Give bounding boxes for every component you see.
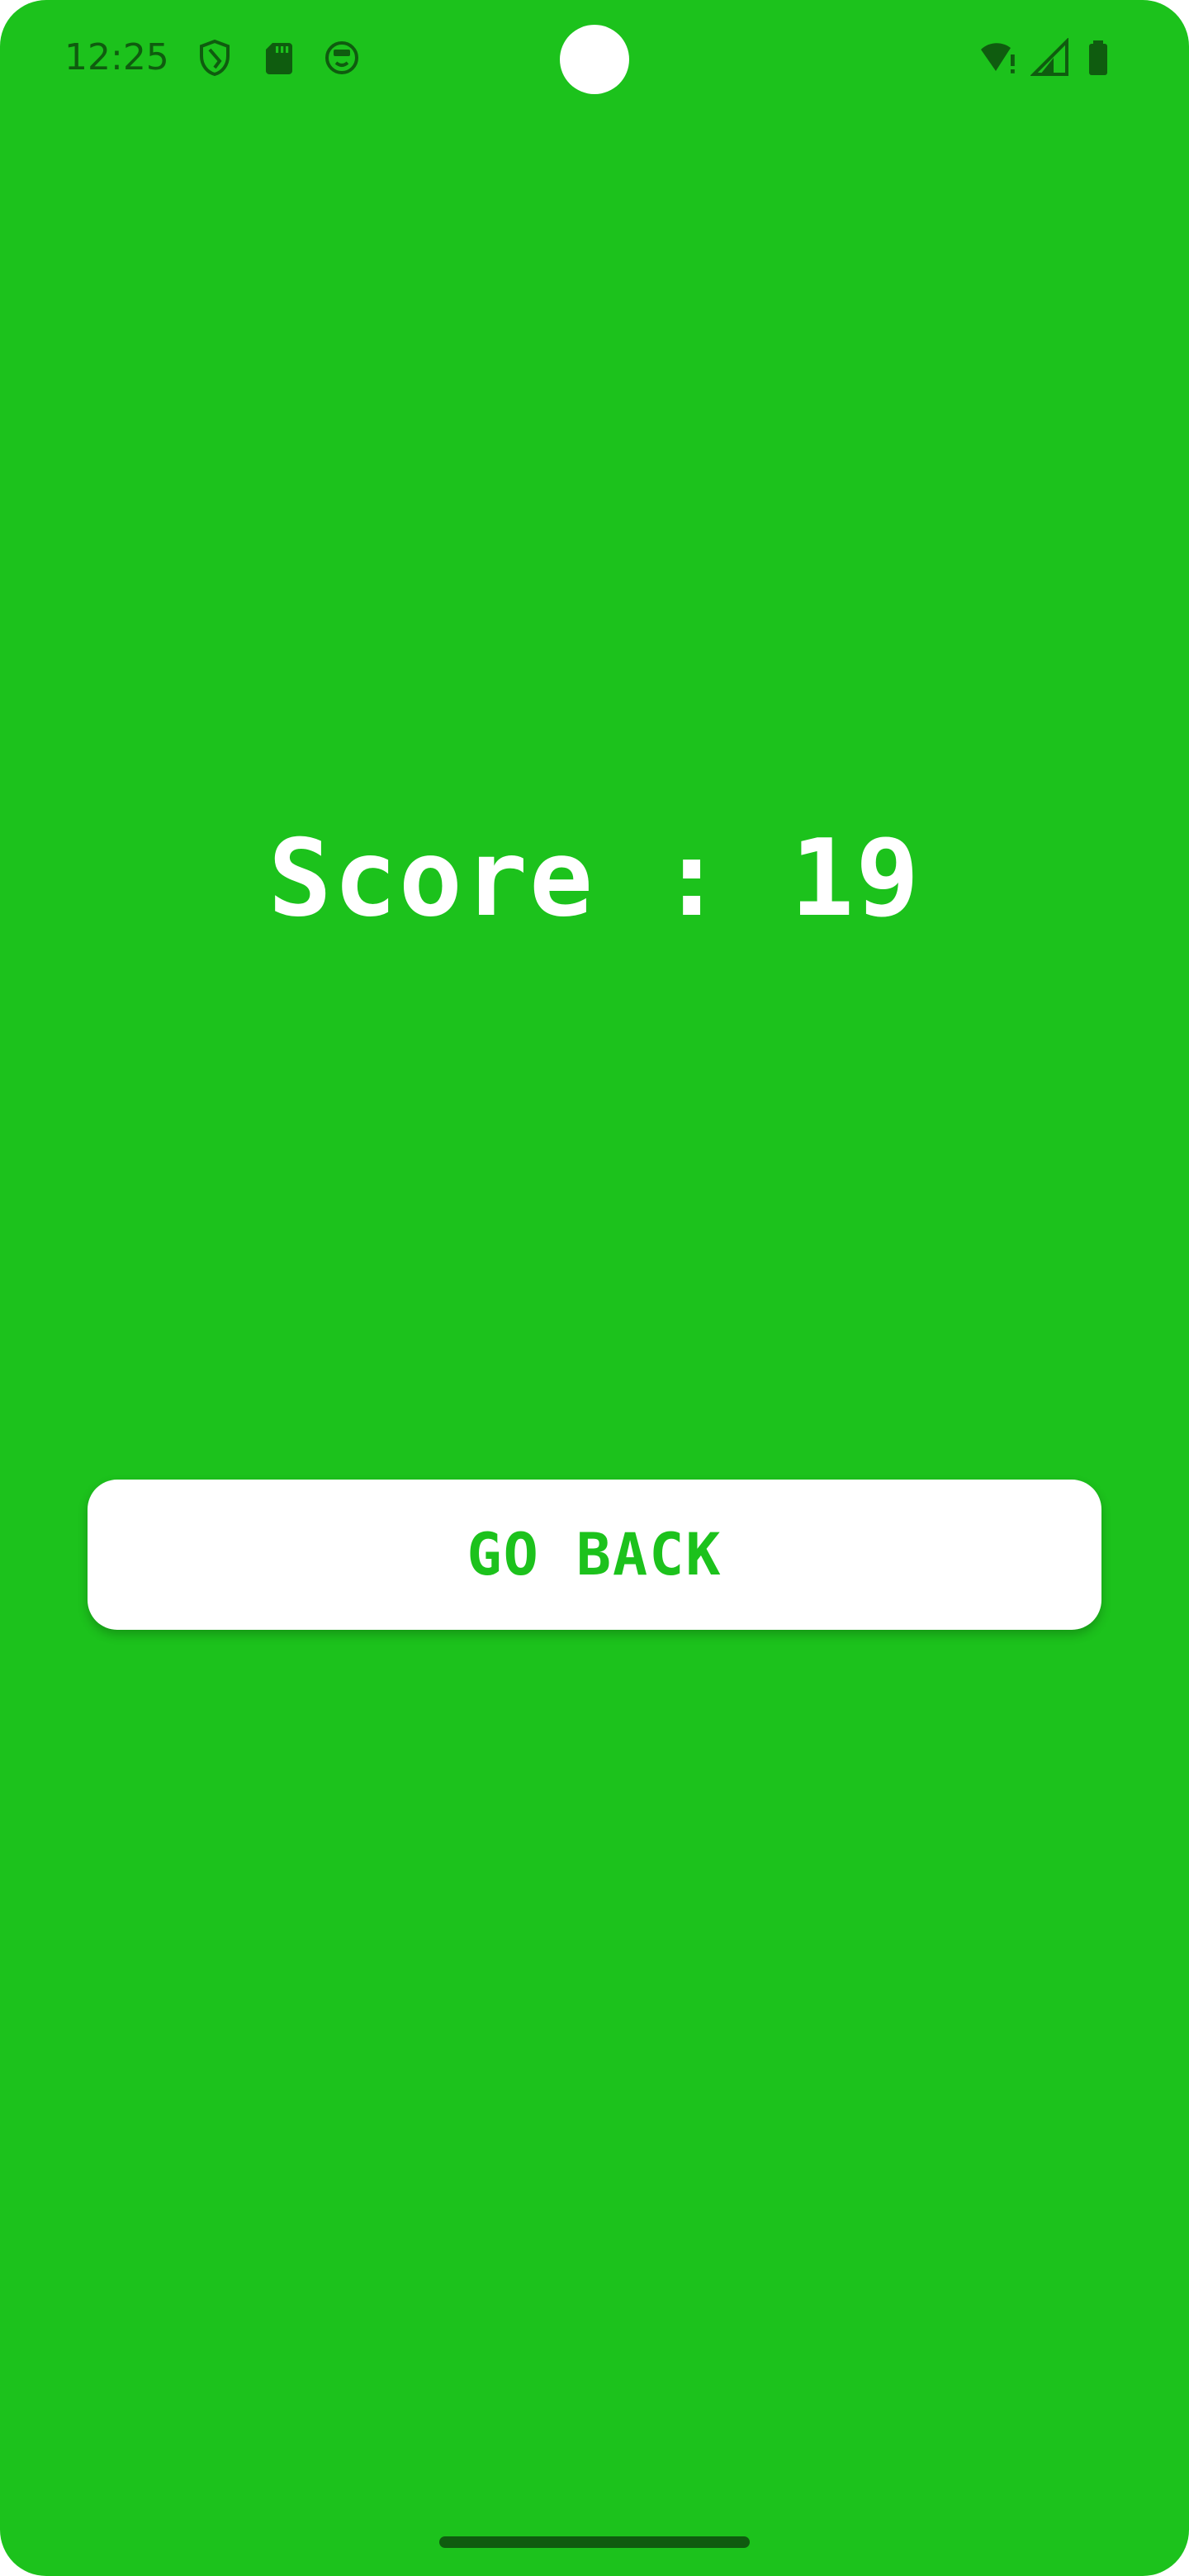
wifi-alert-icon (979, 38, 1019, 78)
score-text: Score : 19 (268, 817, 921, 940)
status-time: 12:25 (64, 36, 169, 78)
status-bar: 12:25 (0, 0, 1189, 124)
cell-signal-icon (1030, 38, 1070, 78)
app-screen: 12:25 Score: 19 GO BACK (0, 0, 1189, 2576)
go-back-button[interactable]: GO BACK (88, 1480, 1101, 1630)
camera-cutout (560, 25, 629, 94)
home-indicator[interactable] (439, 2536, 750, 2548)
go-back-label: GO BACK (467, 1521, 722, 1589)
face-icon (322, 38, 362, 78)
sd-card-icon (259, 38, 299, 78)
battery-icon (1078, 38, 1118, 78)
shield-icon (195, 38, 234, 78)
